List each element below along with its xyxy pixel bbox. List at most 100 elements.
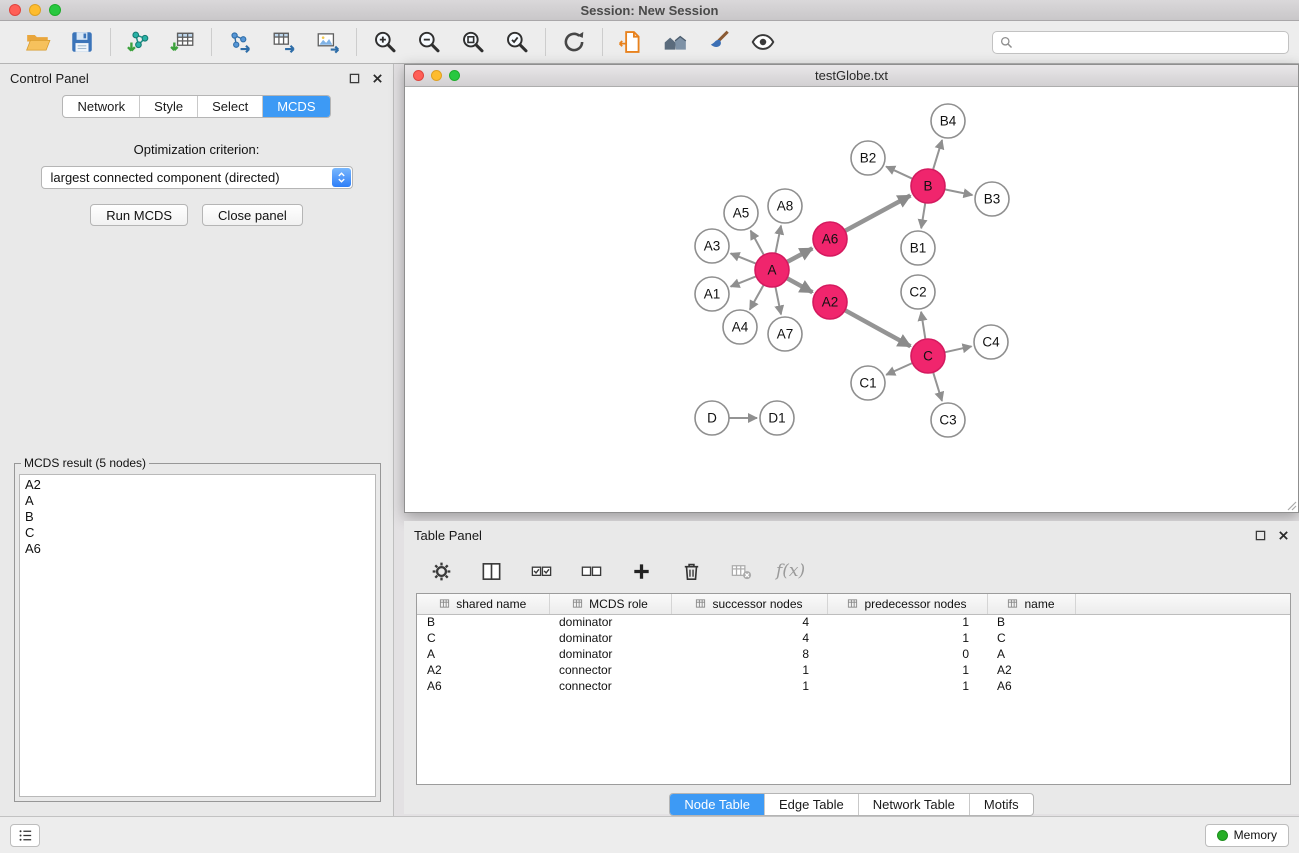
edge-B-B3[interactable] <box>945 189 973 195</box>
tab-select[interactable]: Select <box>198 96 263 117</box>
network-canvas[interactable]: B4B2BB3A5A8A6B1A3AC2A1A2A4A7C4CC1C3DD1 <box>405 87 1298 512</box>
refresh-button[interactable] <box>559 27 589 57</box>
close-panel-button[interactable]: Close panel <box>202 204 303 226</box>
node-C4[interactable]: C4 <box>974 325 1008 359</box>
edge-A-A8[interactable] <box>775 226 781 254</box>
node-B1[interactable]: B1 <box>901 231 935 265</box>
resize-grip-icon[interactable] <box>1285 499 1297 511</box>
eye-button[interactable] <box>748 27 778 57</box>
close-table-panel-icon[interactable] <box>1278 530 1289 541</box>
paint-button[interactable] <box>704 27 734 57</box>
network-zoom-button[interactable] <box>449 70 460 81</box>
delete-button[interactable] <box>676 556 706 586</box>
edge-A2-C[interactable] <box>845 310 911 346</box>
node-D[interactable]: D <box>695 401 729 435</box>
show-panels-button[interactable] <box>10 824 40 847</box>
table-tab-network-table[interactable]: Network Table <box>859 794 970 815</box>
node-C[interactable]: C <box>911 339 945 373</box>
close-window-button[interactable] <box>9 4 21 16</box>
node-B3[interactable]: B3 <box>975 182 1009 216</box>
network-window-titlebar[interactable]: testGlobe.txt <box>405 65 1298 87</box>
edge-B-B1[interactable] <box>921 203 925 229</box>
table-tab-motifs[interactable]: Motifs <box>970 794 1033 815</box>
export-table-button[interactable] <box>269 27 299 57</box>
zoom-in-button[interactable] <box>370 27 400 57</box>
column-header-MCDS-role[interactable]: MCDS role <box>549 594 671 614</box>
node-A4[interactable]: A4 <box>723 310 757 344</box>
edge-B-B2[interactable] <box>886 167 913 179</box>
table-tab-node-table[interactable]: Node Table <box>670 794 765 815</box>
tab-mcds[interactable]: MCDS <box>263 96 329 117</box>
table-row[interactable]: Adominator80A <box>417 646 1290 662</box>
table-row[interactable]: A2connector11A2 <box>417 662 1290 678</box>
document-export-button[interactable] <box>616 27 646 57</box>
edge-C-C3[interactable] <box>933 372 942 401</box>
edge-A-A6[interactable] <box>787 248 812 262</box>
result-item[interactable]: A <box>25 493 370 509</box>
column-header-name[interactable]: name <box>987 594 1075 614</box>
float-table-panel-icon[interactable] <box>1255 530 1266 541</box>
column-header-shared-name[interactable]: shared name <box>417 594 549 614</box>
table-tab-edge-table[interactable]: Edge Table <box>765 794 859 815</box>
node-A[interactable]: A <box>755 253 789 287</box>
zoom-out-button[interactable] <box>414 27 444 57</box>
node-A3[interactable]: A3 <box>695 229 729 263</box>
node-B2[interactable]: B2 <box>851 141 885 175</box>
network-window[interactable]: testGlobe.txt B4B2BB3A5A8A6B1A3AC2A1A2A4… <box>404 64 1299 513</box>
table-row[interactable]: Cdominator41C <box>417 630 1290 646</box>
edge-C-C4[interactable] <box>945 346 972 352</box>
graph-svg[interactable]: B4B2BB3A5A8A6B1A3AC2A1A2A4A7C4CC1C3DD1 <box>405 87 1298 512</box>
result-item[interactable]: A2 <box>25 477 370 493</box>
node-A7[interactable]: A7 <box>768 317 802 351</box>
optimization-criterion-dropdown[interactable]: largest connected component (directed) <box>41 166 353 189</box>
zoom-window-button[interactable] <box>49 4 61 16</box>
edge-A-A4[interactable] <box>750 285 764 310</box>
import-network-button[interactable] <box>124 27 154 57</box>
node-C1[interactable]: C1 <box>851 366 885 400</box>
result-item[interactable]: B <box>25 509 370 525</box>
export-network-button[interactable] <box>225 27 255 57</box>
edge-C-C2[interactable] <box>921 312 925 339</box>
table-row[interactable]: A6connector11A6 <box>417 678 1290 694</box>
table-disabled-button[interactable] <box>726 556 756 586</box>
export-image-button[interactable] <box>313 27 343 57</box>
edge-A-A5[interactable] <box>751 231 764 256</box>
deselect-all-button[interactable] <box>576 556 606 586</box>
edge-A-A7[interactable] <box>775 287 781 315</box>
network-close-button[interactable] <box>413 70 424 81</box>
zoom-fit-button[interactable] <box>458 27 488 57</box>
node-C3[interactable]: C3 <box>931 403 965 437</box>
node-B[interactable]: B <box>911 169 945 203</box>
run-mcds-button[interactable]: Run MCDS <box>90 204 188 226</box>
memory-button[interactable]: Memory <box>1205 824 1289 847</box>
node-A5[interactable]: A5 <box>724 196 758 230</box>
float-panel-icon[interactable] <box>349 73 360 84</box>
home-button[interactable] <box>660 27 690 57</box>
node-A8[interactable]: A8 <box>768 189 802 223</box>
node-A1[interactable]: A1 <box>695 277 729 311</box>
edge-A-A1[interactable] <box>731 276 757 286</box>
minimize-window-button[interactable] <box>29 4 41 16</box>
function-builder-button[interactable]: f(x) <box>776 561 805 581</box>
result-item[interactable]: A6 <box>25 541 370 557</box>
app-titlebar[interactable]: Session: New Session <box>0 0 1299 21</box>
table-row[interactable]: Bdominator41B <box>417 614 1290 630</box>
open-folder-button[interactable] <box>23 27 53 57</box>
node-table-container[interactable]: shared nameMCDS rolesuccessor nodesprede… <box>416 593 1291 785</box>
close-panel-icon[interactable] <box>372 73 383 84</box>
column-header-predecessor-nodes[interactable]: predecessor nodes <box>827 594 987 614</box>
network-minimize-button[interactable] <box>431 70 442 81</box>
columns-button[interactable] <box>476 556 506 586</box>
edge-A-A2[interactable] <box>787 278 813 292</box>
save-button[interactable] <box>67 27 97 57</box>
edge-B-B4[interactable] <box>933 140 942 170</box>
edge-A6-B[interactable] <box>845 196 910 231</box>
edge-A-A3[interactable] <box>731 253 757 263</box>
add-button[interactable] <box>626 556 656 586</box>
import-table-button[interactable] <box>168 27 198 57</box>
search-input[interactable] <box>1018 35 1281 49</box>
node-A6[interactable]: A6 <box>813 222 847 256</box>
zoom-selected-button[interactable] <box>502 27 532 57</box>
tab-network[interactable]: Network <box>63 96 140 117</box>
mcds-result-list[interactable]: A2ABCA6 <box>19 474 376 797</box>
